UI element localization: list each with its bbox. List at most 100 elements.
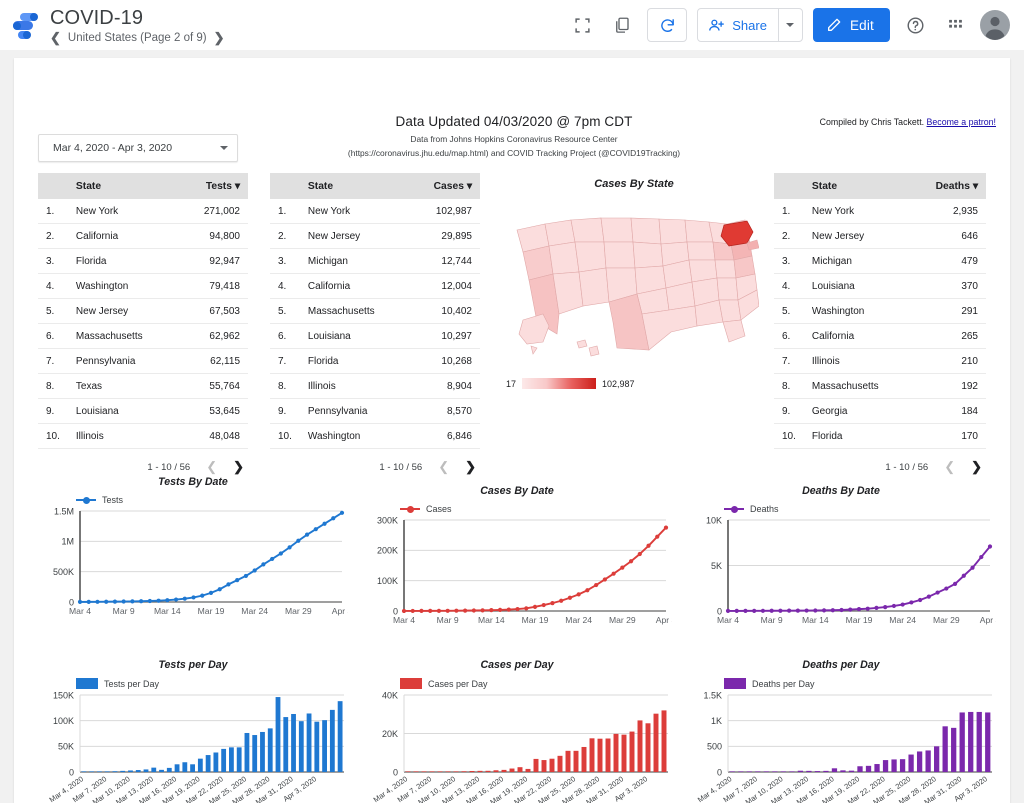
table-row[interactable]: 5. Washington 291 (774, 298, 986, 324)
column-header-metric[interactable]: Tests ▾ (178, 173, 248, 199)
apps-button[interactable] (940, 10, 970, 40)
row-rank: 9. (774, 398, 804, 424)
svg-text:300K: 300K (377, 515, 398, 525)
table-row[interactable]: 6. California 265 (774, 323, 986, 349)
table-row[interactable]: 1. New York 2,935 (774, 199, 986, 224)
tests-table: State Tests ▾ 1. New York 271,002 2. Califo… (38, 173, 248, 475)
legend-box-key (400, 678, 422, 689)
row-rank: 3. (38, 248, 68, 274)
row-state: California (299, 273, 409, 299)
column-header-state[interactable]: State (67, 173, 179, 199)
edit-button[interactable]: Edit (812, 8, 890, 42)
become-a-patron-link[interactable]: Become a patron! (927, 117, 996, 127)
table-row[interactable]: 2. New Jersey 29,895 (270, 223, 480, 249)
table-row[interactable]: 5. New Jersey 67,503 (38, 298, 248, 324)
chart-legend[interactable]: Tests per Day (76, 678, 348, 689)
chevron-right-icon[interactable]: ❯ (214, 31, 225, 44)
row-value: 479 (910, 248, 986, 274)
table-header-row: State Tests ▾ (38, 173, 248, 199)
chart-plot[interactable]: 0500K1M1.5MMar 4 Mar 9 Mar 14 Mar 19 Mar 24 M… (38, 505, 353, 620)
table-row[interactable]: 9. Pennsylvania 8,570 (270, 398, 480, 424)
table-row[interactable]: 8. Texas 55,764 (38, 373, 248, 399)
chart-legend[interactable]: Deaths (724, 504, 996, 514)
svg-text:Mar 29: Mar 29 (609, 615, 636, 625)
fullscreen-icon (575, 17, 590, 33)
svg-text:Mar 9: Mar 9 (437, 615, 459, 625)
svg-text:20K: 20K (382, 729, 398, 739)
table-row[interactable]: 8. Massachusetts 192 (774, 373, 986, 399)
account-avatar[interactable] (980, 10, 1010, 40)
table-row[interactable]: 3. Florida 92,947 (38, 248, 248, 274)
table-row[interactable]: 6. Massachusetts 62,962 (38, 323, 248, 349)
credit-text: Compiled by Chris Tackett. Become a patr… (820, 117, 996, 127)
row-state: New York (803, 199, 911, 224)
table-row[interactable]: 8. Illinois 8,904 (270, 373, 480, 399)
fullscreen-button[interactable] (567, 10, 597, 40)
map-graphic[interactable] (484, 202, 784, 372)
pager-prev-button[interactable]: ❮ (438, 459, 449, 475)
pager-next-button[interactable]: ❯ (465, 459, 476, 475)
column-header-metric[interactable]: Deaths ▾ (910, 173, 986, 199)
row-value: 10,402 (408, 298, 480, 324)
table-row[interactable]: 2. New Jersey 646 (774, 223, 986, 249)
table-row[interactable]: 7. Illinois 210 (774, 348, 986, 374)
table-row[interactable]: 9. Louisiana 53,645 (38, 398, 248, 424)
row-rank: 6. (38, 323, 68, 349)
table-row[interactable]: 3. Michigan 12,744 (270, 248, 480, 274)
row-value: 170 (910, 423, 986, 449)
table-row[interactable]: 1. New York 102,987 (270, 199, 480, 224)
data-updated-title: Data Updated 04/03/2020 @ 7pm CDT (395, 114, 633, 129)
cases-table-pager: 1 - 10 / 56 ❮ ❯ (270, 449, 480, 475)
table-row[interactable]: 4. Louisiana 370 (774, 273, 986, 299)
table-row[interactable]: 9. Georgia 184 (774, 398, 986, 424)
table-row[interactable]: 7. Florida 10,268 (270, 348, 480, 374)
table-row[interactable]: 10. Washington 6,846 (270, 423, 480, 449)
row-value: 94,800 (178, 223, 248, 249)
table-row[interactable]: 6. Louisiana 10,297 (270, 323, 480, 349)
chart-legend[interactable]: Deaths per Day (724, 678, 996, 689)
table-row[interactable]: 4. California 12,004 (270, 273, 480, 299)
chart-plot[interactable]: 020K40KMar 4, 2020Mar 7, 2020Mar 10, 202… (362, 689, 674, 803)
row-state: Washington (67, 273, 179, 299)
source-line-2: (https://coronavirus.jhu.edu/map.html) a… (347, 148, 681, 158)
chevron-left-icon[interactable]: ❮ (50, 31, 61, 44)
table-row[interactable]: 1. New York 271,002 (38, 199, 248, 224)
table-row[interactable]: 4. Washington 79,418 (38, 273, 248, 299)
row-value: 8,570 (408, 398, 480, 424)
share-dropdown-button[interactable] (777, 9, 802, 41)
pager-next-button[interactable]: ❯ (233, 459, 244, 475)
row-value: 291 (910, 298, 986, 324)
svg-text:1.5K: 1.5K (703, 690, 722, 700)
share-button[interactable]: Share (698, 9, 778, 41)
table-row[interactable]: 3. Michigan 479 (774, 248, 986, 274)
column-header-metric[interactable]: Cases ▾ (408, 173, 480, 199)
chart-legend[interactable]: Cases per Day (400, 678, 672, 689)
chart-legend[interactable]: Cases (400, 504, 672, 514)
help-button[interactable] (900, 10, 930, 40)
pager-next-button[interactable]: ❯ (971, 459, 982, 475)
chart-plot[interactable]: 0100K200K300KMar 4 Mar 9 Mar 14 Mar 19 Mar 2… (362, 514, 677, 629)
refresh-button[interactable] (647, 8, 688, 42)
svg-text:Mar 14: Mar 14 (154, 606, 181, 616)
row-value: 102,987 (408, 199, 480, 224)
chart-plot[interactable]: 050K100K150KMar 4, 2020Mar 7, 2020Mar 10… (38, 689, 350, 803)
table-row[interactable]: 7. Pennsylvania 62,115 (38, 348, 248, 374)
chevron-down-icon (786, 23, 795, 27)
table-row[interactable]: 5. Massachusetts 10,402 (270, 298, 480, 324)
column-header-state[interactable]: State (299, 173, 409, 199)
duplicate-button[interactable] (607, 10, 637, 40)
page-nav-label: United States (Page 2 of 9) (67, 31, 207, 44)
table-row[interactable]: 10. Illinois 48,048 (38, 423, 248, 449)
row-value: 265 (910, 323, 986, 349)
row-state: Massachusetts (299, 298, 409, 324)
chart-plot[interactable]: 05K10KMar 4 Mar 9 Mar 14 Mar 19 Mar 24 Mar 29… (686, 514, 1001, 629)
table-row[interactable]: 2. California 94,800 (38, 223, 248, 249)
pager-prev-button[interactable]: ❮ (944, 459, 955, 475)
date-range-selector[interactable]: Mar 4, 2020 - Apr 3, 2020 (38, 134, 238, 162)
chart-legend[interactable]: Tests (76, 495, 348, 505)
pager-prev-button[interactable]: ❮ (206, 459, 217, 475)
column-header-state[interactable]: State (803, 173, 911, 199)
table-row[interactable]: 10. Florida 170 (774, 423, 986, 449)
chart-plot[interactable]: 05001K1.5KMar 4, 2020Mar 7, 2020Mar 10, … (686, 689, 998, 803)
chevron-down-icon (220, 146, 228, 150)
